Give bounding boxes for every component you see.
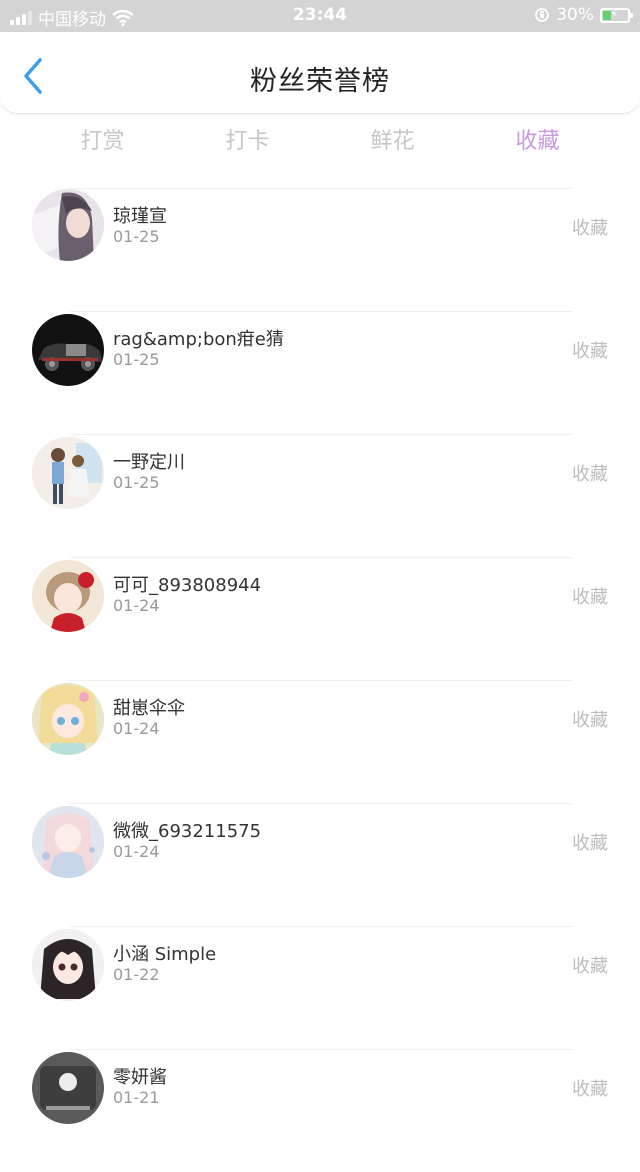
divider	[70, 557, 572, 558]
favorite-label: 收藏	[572, 341, 608, 362]
fan-name: rag&amp;bon疳e猜	[113, 329, 284, 350]
avatar[interactable]	[32, 806, 104, 878]
tab-bar: 打赏 打卡 鲜花 收藏	[30, 120, 610, 164]
favorite-label: 收藏	[572, 1079, 608, 1100]
divider	[70, 926, 572, 927]
avatar[interactable]	[32, 1052, 104, 1124]
fan-name: 微微_693211575	[113, 821, 262, 842]
tab-favorites[interactable]: 收藏	[465, 120, 610, 164]
divider	[70, 680, 572, 681]
fan-date: 01-24	[113, 842, 160, 861]
avatar[interactable]	[32, 929, 104, 1001]
avatar[interactable]	[32, 314, 104, 386]
list-item[interactable]: 甜崽伞伞 01-24 收藏	[0, 680, 640, 803]
fan-name: 小涵 Simple	[113, 944, 217, 965]
list-item[interactable]: 零妍酱 01-21 收藏	[0, 1049, 640, 1172]
fan-list: 琼瑾宣 01-25 收藏 rag&amp;bon疳e猜 01-25 收藏 一野定…	[0, 188, 640, 1172]
divider	[70, 1049, 572, 1050]
list-item[interactable]: 琼瑾宣 01-25 收藏	[0, 188, 640, 311]
fan-date: 01-24	[113, 719, 160, 738]
fan-name: 零妍酱	[113, 1067, 167, 1088]
list-item[interactable]: 一野定川 01-25 收藏	[0, 434, 640, 557]
favorite-label: 收藏	[572, 464, 608, 485]
tab-reward[interactable]: 打赏	[30, 120, 175, 164]
list-item[interactable]: 小涵 Simple 01-22 收藏	[0, 926, 640, 1049]
avatar[interactable]	[32, 560, 104, 632]
fan-date: 01-25	[113, 227, 160, 246]
status-right: 30% ⚡	[534, 5, 633, 25]
favorite-label: 收藏	[572, 587, 608, 608]
list-item[interactable]: 可可_893808944 01-24 收藏	[0, 557, 640, 680]
status-bar: 中国移动 23:44 30% ⚡	[0, 0, 640, 32]
favorite-label: 收藏	[572, 833, 608, 854]
avatar[interactable]	[32, 189, 104, 261]
list-item[interactable]: rag&amp;bon疳e猜 01-25 收藏	[0, 311, 640, 434]
favorite-label: 收藏	[572, 710, 608, 731]
fan-date: 01-25	[113, 350, 160, 369]
nav-bar: 粉丝荣誉榜	[0, 32, 640, 114]
divider	[70, 188, 572, 189]
battery-percent: 30%	[556, 5, 594, 25]
orientation-lock-icon	[535, 8, 550, 22]
page-title: 粉丝荣誉榜	[250, 66, 390, 97]
fan-name: 一野定川	[113, 452, 185, 473]
tab-checkin[interactable]: 打卡	[175, 120, 320, 164]
fan-date: 01-25	[113, 473, 160, 492]
avatar[interactable]	[32, 683, 104, 755]
favorite-label: 收藏	[572, 956, 608, 977]
battery-icon: ⚡	[600, 7, 633, 23]
fan-date: 01-24	[113, 596, 160, 615]
list-item[interactable]: 微微_693211575 01-24 收藏	[0, 803, 640, 926]
fan-name: 甜崽伞伞	[113, 698, 185, 719]
avatar[interactable]	[32, 437, 104, 509]
fan-name: 琼瑾宣	[113, 206, 167, 227]
divider	[70, 434, 572, 435]
divider	[70, 311, 572, 312]
fan-date: 01-22	[113, 965, 160, 984]
divider	[70, 803, 572, 804]
fan-date: 01-21	[113, 1088, 160, 1107]
tab-flowers[interactable]: 鲜花	[320, 120, 465, 164]
fan-name: 可可_893808944	[113, 575, 262, 596]
favorite-label: 收藏	[572, 218, 608, 239]
